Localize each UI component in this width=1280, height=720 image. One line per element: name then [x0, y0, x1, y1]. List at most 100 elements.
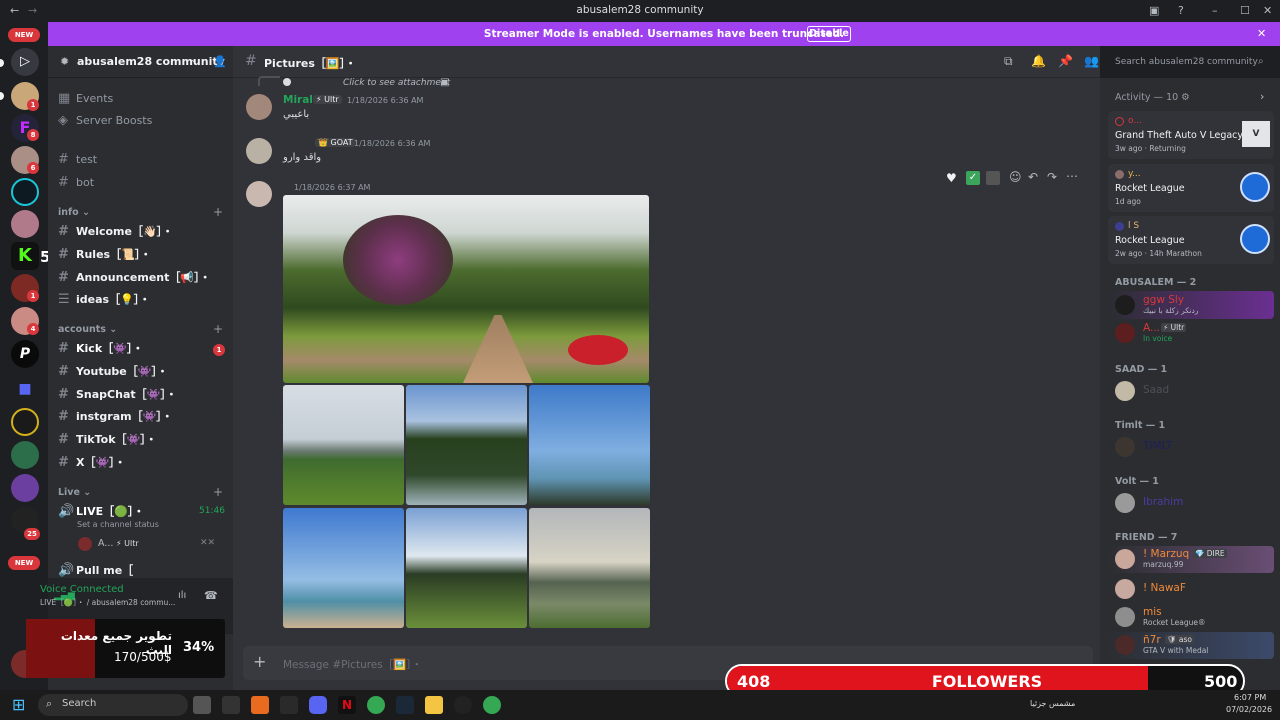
close-window-button[interactable]: ✕ [1263, 4, 1272, 17]
minimize-button[interactable]: – [1212, 4, 1218, 17]
channel-tiktok[interactable]: # TikTok［👾］・ [58, 429, 226, 449]
category-info[interactable]: info ⌄ [58, 207, 90, 218]
chrome-icon[interactable] [483, 696, 501, 714]
add-channel-icon[interactable]: + [213, 205, 223, 219]
custom-reaction-icon[interactable] [986, 171, 1000, 185]
activity-card[interactable]: l S Rocket League 2w ago · 14h Marathon [1108, 216, 1274, 264]
netflix-icon[interactable]: N [338, 696, 356, 714]
clock-date[interactable]: 07/02/2026 [1226, 705, 1272, 714]
voice-channel-pull-me[interactable]: 🔊 Pull me［ [58, 560, 226, 580]
photo-palm-beach[interactable] [283, 508, 404, 628]
disconnect-icon[interactable]: ☎ [204, 589, 218, 602]
photo-power-pole[interactable] [406, 508, 527, 628]
server-icon[interactable]: P [11, 340, 39, 368]
server-icon[interactable] [11, 210, 39, 238]
add-channel-icon[interactable]: + [213, 322, 223, 336]
heart-reaction-icon[interactable]: ♥ [946, 171, 957, 185]
member-item[interactable]: ! Marzuq 💎 DIRE marzuq.99 [1115, 548, 1275, 570]
activity-card[interactable]: y... Rocket League 1d ago [1108, 164, 1274, 212]
activity-header[interactable]: Activity — 10 ⚙ [1115, 92, 1190, 103]
message-author[interactable]: Miral [283, 94, 313, 106]
channel-x[interactable]: # X［👾］・ [58, 452, 226, 472]
composer-placeholder[interactable]: Message #Pictures［🖼️］・ [283, 657, 422, 672]
member-list-icon[interactable]: 👥 [1084, 54, 1099, 68]
steam-icon[interactable] [396, 696, 414, 714]
channel-welcome[interactable]: # Welcome［👋🏻］・ [58, 221, 226, 241]
member-item[interactable]: ñ7r 🛡 aso GTA V with Medal [1115, 634, 1275, 656]
chrome-icon[interactable] [367, 696, 385, 714]
epic-games-icon[interactable] [280, 696, 298, 714]
help-icon[interactable]: ? [1178, 4, 1184, 17]
channel-kick[interactable]: # Kick［👾］・ [58, 338, 226, 358]
server-header[interactable]: ✹ abusalem28 community ⌄ 👤 [48, 46, 233, 78]
photo-palm-sea[interactable] [529, 385, 650, 505]
check-reaction-icon[interactable]: ✓ [966, 171, 980, 185]
member-item[interactable]: A... ⚡ Ultr In voice [1115, 322, 1275, 344]
server-icon[interactable] [11, 441, 39, 469]
member-item[interactable]: mis Rocket League® [1115, 606, 1275, 628]
member-item[interactable]: Ibrahim [1115, 492, 1275, 514]
kick-server-icon[interactable]: K [11, 242, 39, 270]
channel-rules[interactable]: # Rules［📜］・ [58, 244, 226, 264]
close-banner-icon[interactable]: ✕ [1257, 27, 1266, 40]
inbox-icon[interactable]: ▣ [1149, 4, 1159, 17]
add-attachment-icon[interactable]: + [253, 652, 266, 671]
app-icon[interactable] [222, 696, 240, 714]
events-link[interactable]: ▦ Events [58, 88, 226, 108]
avatar[interactable] [246, 94, 272, 120]
member-item[interactable]: ggw Sly ردنكر زكلة با نبيك [1115, 294, 1275, 316]
windows-start-icon[interactable]: ⊞ [12, 695, 25, 714]
maximize-button[interactable]: ☐ [1240, 4, 1250, 17]
threads-icon[interactable]: ⧉ [1004, 54, 1013, 69]
add-channel-icon[interactable]: + [213, 485, 223, 499]
avatar[interactable] [246, 138, 272, 164]
channel-announcement[interactable]: # Announcement［📢］・ [58, 267, 226, 287]
folder-icon[interactable]: ■ [11, 375, 39, 403]
channel-ideas[interactable]: ☰ ideas［💡］・ [58, 289, 226, 309]
member-item[interactable]: TIMLT [1115, 436, 1275, 458]
server-play-icon[interactable]: ▷ [11, 48, 39, 76]
disable-button[interactable]: Disable [807, 26, 851, 42]
forward-icon[interactable]: ↷ [1047, 170, 1057, 184]
channel-test[interactable]: # test [58, 149, 226, 169]
server-icon[interactable] [11, 474, 39, 502]
member-item[interactable]: Saad [1115, 380, 1275, 402]
channel-status-link[interactable]: Set a channel status [77, 520, 159, 529]
activity-card[interactable]: o... Grand Theft Auto V Legacy 3w ago · … [1108, 111, 1274, 159]
attachment-hint[interactable]: Click to see attachment [343, 78, 450, 88]
category-live[interactable]: Live ⌄ [58, 487, 91, 498]
clock-time[interactable]: 6:07 PM [1234, 693, 1266, 702]
photo-large-tree[interactable] [406, 385, 527, 505]
photo-garden-path[interactable] [283, 195, 649, 383]
file-explorer-icon[interactable] [425, 696, 443, 714]
channel-instgram[interactable]: # instgram［👾］・ [58, 406, 226, 426]
channel-snapchat[interactable]: # SnapChat［👾］・ [58, 384, 226, 404]
search-input[interactable]: Search abusalem28 community ⌕ [1110, 53, 1272, 73]
server-icon[interactable] [11, 178, 39, 206]
photo-beach-town[interactable] [283, 385, 404, 505]
avatar[interactable] [246, 181, 272, 207]
server-icon[interactable] [11, 408, 39, 436]
task-view-icon[interactable] [193, 696, 211, 714]
reply-icon[interactable]: ↶ [1028, 170, 1038, 184]
app-icon[interactable] [251, 696, 269, 714]
message-author[interactable] [283, 138, 313, 148]
taskbar-search[interactable]: ⌕ Search [38, 694, 188, 716]
add-reaction-icon[interactable]: ☺ [1009, 170, 1022, 184]
more-icon[interactable]: ⋯ [1066, 169, 1078, 183]
category-accounts[interactable]: accounts ⌄ [58, 324, 117, 335]
voice-user-avatar[interactable] [78, 537, 92, 551]
channel-youtube[interactable]: # Youtube［👾］・ [58, 361, 226, 381]
app-icon[interactable] [454, 696, 472, 714]
discord-icon[interactable] [309, 696, 327, 714]
chevron-right-icon[interactable]: › [1260, 90, 1264, 103]
soundboard-icon[interactable]: ılı [178, 590, 186, 601]
photo-lake-hills[interactable] [529, 508, 650, 628]
boosts-link[interactable]: ◈ Server Boosts [58, 110, 226, 130]
invite-icon[interactable]: 👤 [213, 55, 227, 68]
voice-user-name[interactable]: A... [98, 538, 113, 549]
bell-icon[interactable]: 🔔 [1031, 54, 1046, 68]
channel-bot[interactable]: # bot [58, 172, 226, 192]
pin-icon[interactable]: 📌 [1058, 54, 1073, 68]
member-item[interactable]: ! NawaF [1115, 578, 1275, 600]
